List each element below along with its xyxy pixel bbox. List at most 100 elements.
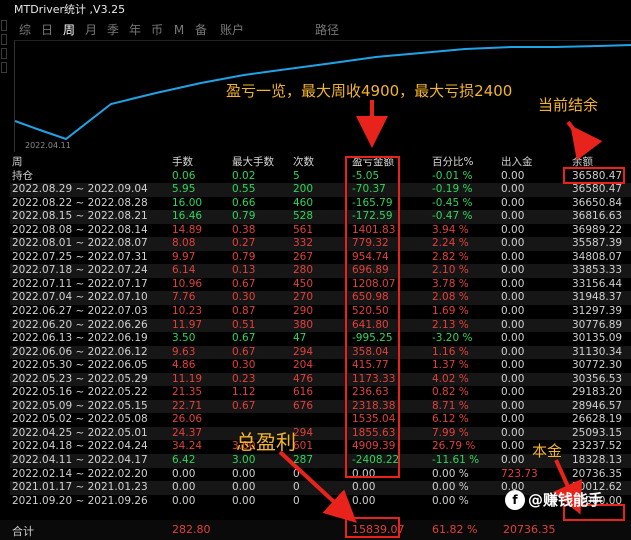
row-hands: 5.95 [172, 183, 196, 196]
row-percent: 0.00 % [432, 481, 469, 494]
table-row[interactable]: 2022.06.27 ~ 2022.07.03 10.23 0.87 290 520.5… [10, 305, 631, 319]
window-title: MTDriver统计 ,V3.25 [14, 3, 126, 16]
tab-account[interactable]: 账户 [212, 20, 252, 40]
toolbar-slot[interactable] [1, 34, 7, 45]
row-in-out: 0.00 [501, 399, 525, 412]
row-in-out: 0.00 [501, 277, 525, 290]
row-in-out: 0.00 [501, 264, 525, 277]
row-count: 601 [293, 440, 314, 453]
total-label: 合计 [12, 525, 34, 538]
row-hands: 16.00 [172, 196, 203, 209]
row-in-out: 0.00 [501, 413, 525, 426]
table-row[interactable]: 2022.05.30 ~ 2022.06.05 4.86 0.30 204 415.77… [10, 359, 631, 373]
row-week: 2022.08.01 ~ 2022.08.07 [12, 237, 148, 250]
toolbar-slot[interactable] [1, 20, 7, 31]
row-max-hands: 0.79 [232, 210, 256, 223]
table-row[interactable]: 2022.02.14 ~ 2022.02.20 0.00 0.00 0 0.00 0.00… [10, 468, 631, 482]
row-week: 2021.09.20 ~ 2021.09.26 [12, 494, 148, 507]
tab-currency[interactable]: 币 [146, 20, 168, 40]
table-row[interactable]: 2022.06.13 ~ 2022.06.19 3.50 0.67 47 -995.25… [10, 332, 631, 346]
row-balance: 30135.09 [572, 332, 623, 345]
table-row[interactable]: 2022.06.06 ~ 2022.06.12 9.63 0.67 294 358.04… [10, 345, 631, 360]
row-count: 290 [293, 305, 314, 318]
row-balance: 31948.37 [572, 291, 623, 304]
row-count: 267 [293, 250, 314, 263]
table-row[interactable]: 2022.05.16 ~ 2022.05.22 21.35 1.12 616 236.6… [10, 386, 631, 400]
table-row[interactable]: 2022.07.04 ~ 2022.07.10 7.76 0.30 270 650.98… [10, 291, 631, 306]
total-row[interactable]: 合计 282.80 15839.07 61.82 % 20736.35 [0, 520, 631, 540]
row-balance: 36816.63 [572, 210, 623, 223]
left-toolbar [0, 17, 8, 137]
row-balance: 30772.30 [572, 359, 623, 372]
row-week: 2022.07.04 ~ 2022.07.10 [12, 291, 148, 304]
row-count: 294 [293, 426, 314, 439]
row-week: 2022.05.30 ~ 2022.06.05 [12, 359, 148, 372]
row-count: 561 [293, 223, 314, 236]
row-in-out: 0.00 [501, 454, 525, 467]
table-row[interactable]: 2022.04.25 ~ 2022.05.01 24.37 294 1855.63 7.… [10, 426, 631, 441]
row-week: 2022.06.27 ~ 2022.07.03 [12, 305, 148, 318]
row-hands: 24.37 [172, 426, 203, 439]
total-profit-highlight [345, 517, 400, 538]
toolbar-slot[interactable] [1, 48, 7, 59]
col-percent[interactable]: 百分比% [432, 156, 473, 170]
row-percent: 2.13 % [432, 318, 469, 331]
tab-day[interactable]: 日 [36, 20, 58, 40]
toolbar-slot[interactable] [1, 62, 7, 73]
row-count: 0 [293, 481, 300, 494]
watermark-logo-icon: f [505, 489, 525, 510]
annotation-summary: 盈亏一览，最大周收4900，最大亏损2400 [226, 82, 513, 100]
col-week[interactable]: 周 [12, 156, 23, 170]
row-balance: 31297.39 [572, 305, 623, 318]
table-row[interactable]: 2022.08.29 ~ 2022.09.04 5.95 0.55 200 -70.37… [10, 183, 631, 197]
row-profit-loss: 0.00 [352, 494, 376, 507]
row-week: 2022.07.18 ~ 2022.07.24 [12, 264, 148, 277]
col-max-hands[interactable]: 最大手数 [232, 156, 274, 170]
col-in-out[interactable]: 出入金 [501, 156, 533, 170]
holding-row[interactable]: 持仓 0.06 0.02 5 -5.05 -0.01 % 0.00 36580.… [10, 170, 631, 184]
tab-summary[interactable]: 综 [14, 20, 36, 40]
row-percent: 1.16 % [432, 345, 469, 358]
holding-hands: 0.06 [172, 169, 196, 182]
row-hands: 9.63 [172, 345, 196, 358]
row-percent: 8.71 % [432, 399, 469, 412]
table-row[interactable]: 2022.08.08 ~ 2022.08.14 14.89 0.38 561 1401.… [10, 224, 631, 238]
table-row[interactable]: 2022.05.09 ~ 2022.05.15 22.71 0.67 676 2318.… [10, 399, 631, 414]
table-row[interactable]: 2022.07.11 ~ 2022.07.17 10.96 0.67 450 1208.… [10, 278, 631, 292]
holding-label: 持仓 [12, 169, 33, 182]
row-percent: 2.10 % [432, 264, 469, 277]
tab-backup[interactable]: 备 [190, 20, 212, 40]
tab-week[interactable]: 周 [58, 20, 80, 40]
row-in-out: 0.00 [501, 359, 525, 372]
row-hands: 0.00 [172, 494, 196, 507]
row-week: 2022.05.16 ~ 2022.05.22 [12, 386, 148, 399]
col-count[interactable]: 次数 [293, 156, 314, 170]
row-percent: -0.45 % [432, 196, 473, 209]
table-row[interactable]: 2022.05.23 ~ 2022.05.29 11.19 0.23 476 1173.… [10, 372, 631, 387]
table-row[interactable]: 2022.05.02 ~ 2022.05.08 26.06 1535.04 6.12 … [10, 413, 631, 427]
tab-year[interactable]: 年 [124, 20, 146, 40]
holding-max: 0.02 [232, 169, 256, 182]
row-percent: 26.79 % [432, 440, 476, 453]
row-max-hands: 0.23 [232, 372, 256, 385]
row-max-hands: 0.79 [232, 250, 256, 263]
table-row[interactable]: 2022.07.25 ~ 2022.07.31 9.97 0.79 267 954.74… [10, 251, 631, 265]
table-row[interactable]: 2022.06.20 ~ 2022.06.26 11.97 0.51 380 641.8… [10, 318, 631, 333]
row-balance: 30776.89 [572, 318, 623, 331]
row-percent: -3.20 % [432, 332, 473, 345]
tab-m[interactable]: M [168, 20, 190, 40]
row-max-hands: 0.67 [232, 345, 256, 358]
tab-month[interactable]: 月 [80, 20, 102, 40]
table-row[interactable]: 2022.08.01 ~ 2022.08.07 8.08 0.27 332 779.32… [10, 237, 631, 251]
tab-quarter[interactable]: 季 [102, 20, 124, 40]
row-count: 280 [293, 264, 314, 277]
row-week: 2022.08.29 ~ 2022.09.04 [12, 183, 148, 196]
row-balance: 30356.53 [572, 372, 623, 385]
table-row[interactable]: 2022.08.22 ~ 2022.08.28 16.00 0.66 460 -165.… [10, 197, 631, 211]
table-row[interactable]: 2022.07.18 ~ 2022.07.24 6.14 0.13 280 696.89… [10, 264, 631, 278]
row-in-out: 0.00 [501, 223, 525, 236]
tab-path[interactable]: 路径 [312, 20, 342, 40]
row-week: 2022.06.20 ~ 2022.06.26 [12, 318, 148, 331]
col-hands[interactable]: 手数 [172, 156, 193, 170]
table-row[interactable]: 2022.08.15 ~ 2022.08.21 16.46 0.79 528 -172.… [10, 210, 631, 224]
